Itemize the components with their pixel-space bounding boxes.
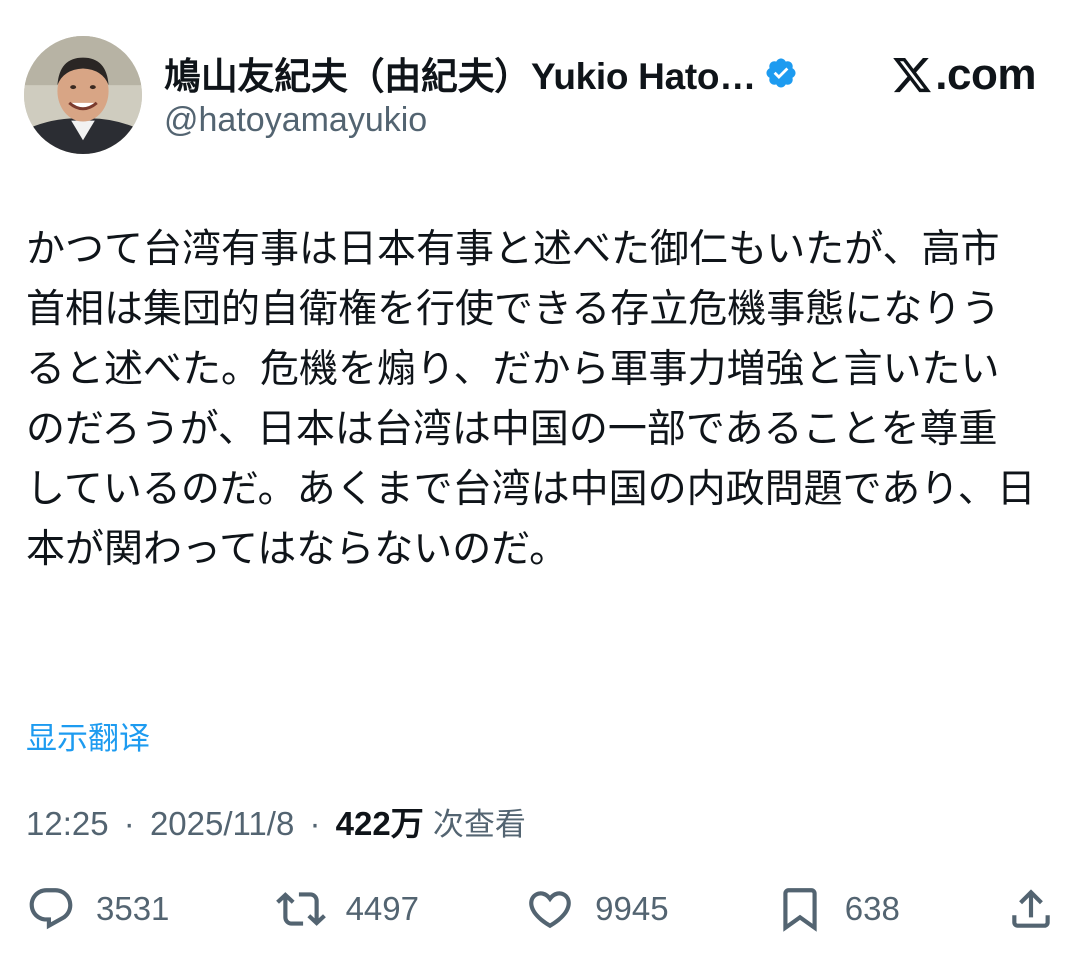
tweet-time[interactable]: 12:25 [26,805,109,842]
tweet-text: かつて台湾有事は日本有事と述べた御仁もいたが、高市首相は集団的自衛権を行使できる… [26,227,1036,572]
user-handle[interactable]: @hatoyamayukio [164,101,427,140]
tweet-date[interactable]: 2025/11/8 [150,805,294,842]
bookmark-button[interactable]: 638 [775,884,900,934]
display-name[interactable]: 鳩山友紀夫（由紀夫）Yukio Hato… [164,46,756,100]
heart-icon [529,891,571,929]
bookmark-count: 638 [844,890,900,927]
share-icon [1012,889,1050,928]
reply-button[interactable]: 3531 [26,884,169,934]
repost-count: 4497 [345,890,419,927]
tweet-meta: 12:25 · 2025/11/8 · 422万 次查看 [26,797,526,845]
like-button[interactable]: 9945 [525,884,669,934]
avatar[interactable] [24,36,142,154]
like-count: 9945 [595,890,669,927]
reply-icon [29,888,73,930]
show-translation-link[interactable]: 显示翻译 [26,713,150,758]
profile-photo-image [24,36,142,154]
meta-separator: · [123,805,135,842]
view-count-label: 次查看 [432,807,526,843]
display-name-row[interactable]: 鳩山友紀夫（由紀夫）Yukio Hato… [164,46,798,100]
repost-icon [275,892,326,926]
x-brand-logo: .com [891,50,1036,100]
action-bar: 3531 4497 9945 638 [26,884,1056,934]
x-logo-icon [893,57,932,93]
repost-button[interactable]: 4497 [275,884,419,934]
verified-badge-icon [766,58,796,88]
reply-count: 3531 [96,890,170,927]
share-button[interactable] [1006,884,1056,934]
brand-domain-suffix: .com [935,50,1036,99]
bookmark-icon [783,888,817,932]
meta-separator: · [309,805,321,842]
view-count: 422万 [335,805,424,842]
